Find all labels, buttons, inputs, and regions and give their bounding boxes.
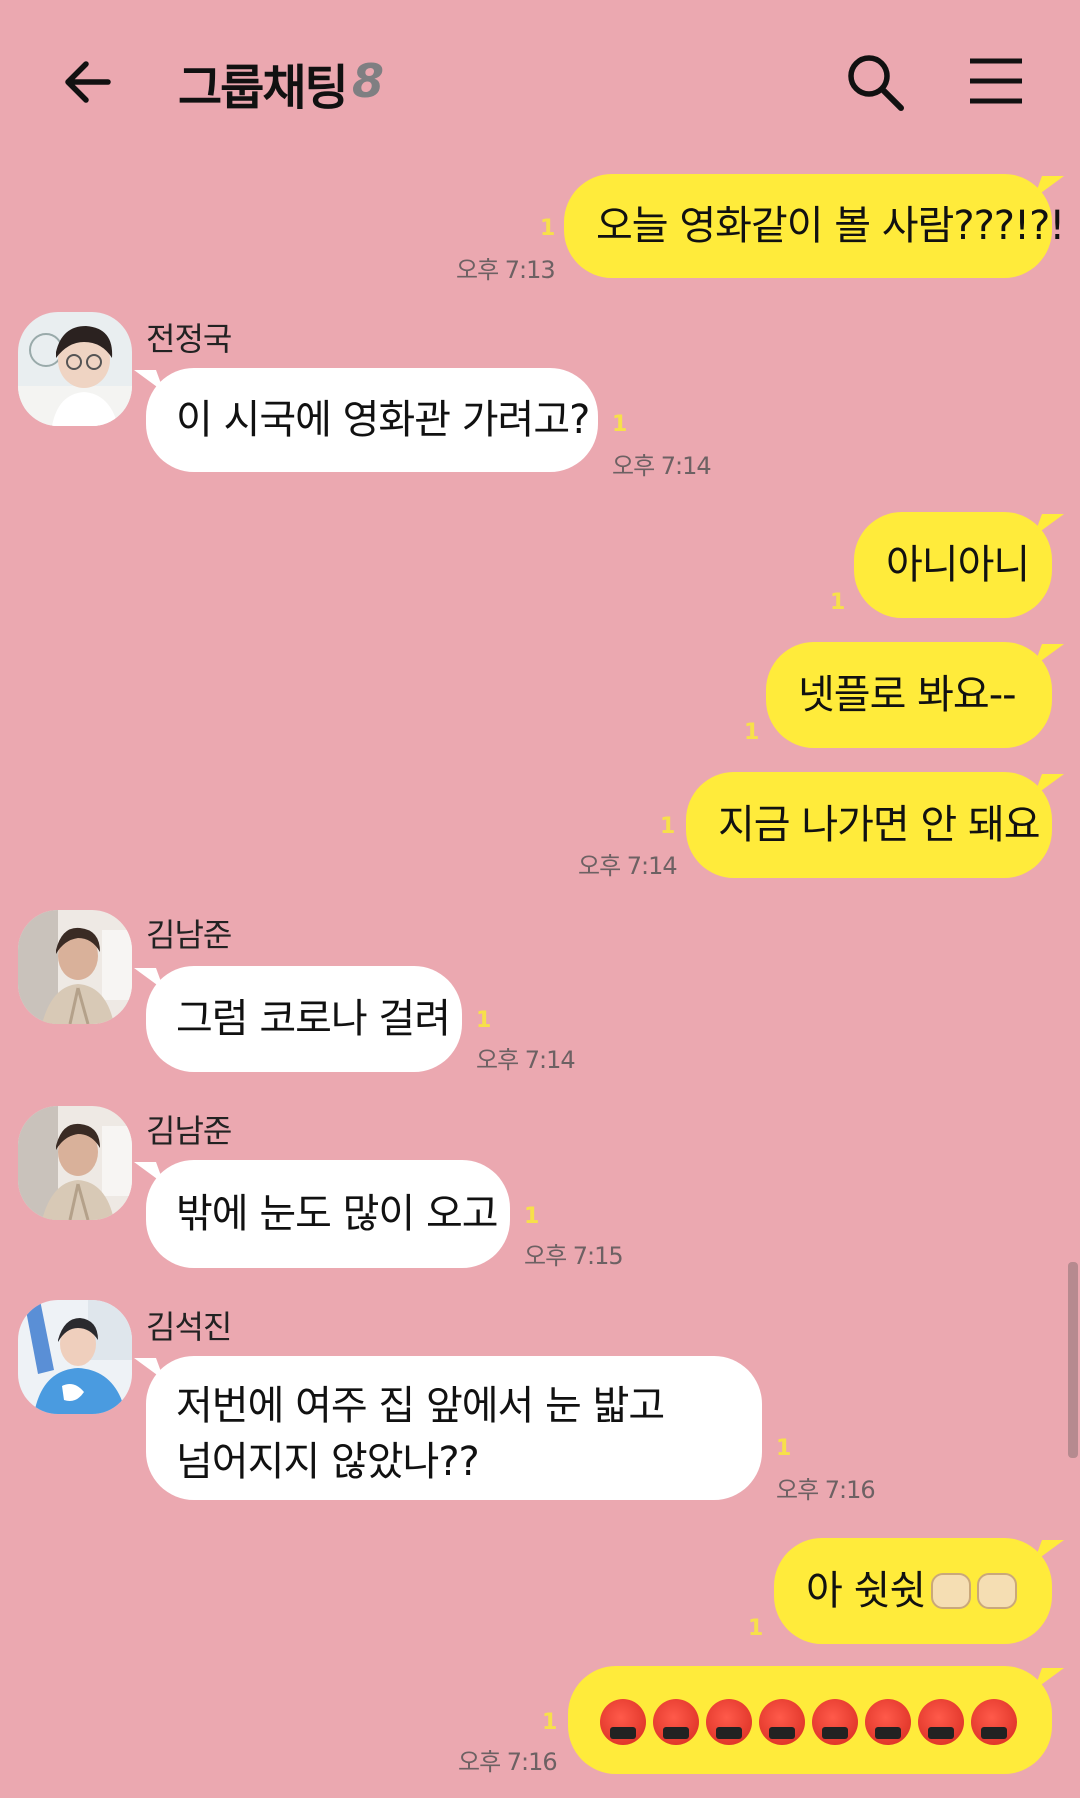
avatar-photo (18, 1106, 132, 1220)
emoji-row (600, 1693, 1024, 1747)
sender-name: 김남준 (146, 916, 232, 954)
avatar-photo (18, 1300, 132, 1414)
their-message-bubble[interactable]: 밖에 눈도 많이 오고 (146, 1160, 510, 1268)
angry-cursing-face-icon (971, 1699, 1017, 1745)
message-text: 넷플로 봐요-- (798, 672, 1017, 718)
my-message-bubble[interactable]: 지금 나가면 안 돼요 (686, 772, 1052, 878)
avatar-photo (18, 910, 132, 1024)
fist-icon (977, 1573, 1018, 1609)
message-time: 오후 7:15 (524, 1242, 624, 1270)
message-time: 오후 7:14 (612, 452, 712, 480)
message-text: 아니아니 (886, 542, 1030, 588)
unread-count: 1 (476, 1008, 492, 1033)
message-time: 오후 7:16 (776, 1476, 876, 1504)
unread-count: 1 (748, 1616, 764, 1641)
my-message-bubble[interactable]: 오늘 영화같이 볼 사람???!?! (564, 174, 1065, 278)
angry-cursing-face-icon (865, 1699, 911, 1745)
unread-count: 1 (612, 412, 628, 437)
message-time: 오후 7:14 (578, 852, 678, 880)
my-message-bubble[interactable]: 넷플로 봐요-- (766, 642, 1052, 748)
back-arrow-icon[interactable] (58, 52, 118, 112)
unread-count: 1 (744, 720, 760, 745)
message-text: 밖에 눈도 많이 오고 (176, 1191, 499, 1237)
their-message-bubble[interactable]: 그럼 코로나 걸려 (146, 966, 462, 1072)
member-count: 8 (352, 54, 385, 108)
message-text: 오늘 영화같이 볼 사람???!?! (596, 203, 1065, 249)
message-text: 아 쉿쉿 (806, 1568, 926, 1614)
their-message-bubble[interactable]: 저번에 여주 집 앞에서 눈 밟고 넘어지지 않았나?? (146, 1356, 762, 1500)
message-time: 오후 7:16 (458, 1748, 558, 1776)
unread-count: 1 (524, 1204, 540, 1229)
sender-name: 전정국 (146, 320, 232, 358)
avatar-kim-seokjin[interactable] (18, 1300, 132, 1414)
angry-cursing-face-icon (759, 1699, 805, 1745)
their-message-bubble[interactable]: 이 시국에 영화관 가려고? (146, 368, 598, 472)
message-text: 이 시국에 영화관 가려고? (176, 397, 590, 443)
message-time: 오후 7:13 (456, 256, 556, 284)
avatar-photo (18, 312, 132, 426)
angry-cursing-face-icon (600, 1699, 646, 1745)
avatar-kim-namjoon[interactable] (18, 1106, 132, 1220)
menu-icon[interactable] (968, 56, 1024, 106)
unread-count: 1 (660, 814, 676, 839)
message-time: 오후 7:14 (476, 1046, 576, 1074)
message-text: 저번에 여주 집 앞에서 눈 밟고 넘어지지 않았나?? (176, 1378, 665, 1490)
angry-cursing-face-icon (653, 1699, 699, 1745)
message-text-line: 넘어지지 않았나?? (176, 1439, 480, 1485)
chat-title: 그룹채팅 (178, 60, 349, 116)
avatar-jeon-jungkook[interactable] (18, 312, 132, 426)
message-text-line: 저번에 여주 집 앞에서 눈 밟고 (176, 1383, 665, 1429)
unread-count: 1 (542, 1710, 558, 1735)
unread-count: 1 (830, 590, 846, 615)
my-message-bubble[interactable]: 아 쉿쉿 (774, 1538, 1052, 1644)
message-text: 지금 나가면 안 돼요 (718, 802, 1041, 848)
avatar-kim-namjoon[interactable] (18, 910, 132, 1024)
chat-header: 그룹채팅 8 (0, 0, 1080, 160)
sender-name: 김석진 (146, 1308, 232, 1346)
unread-count: 1 (540, 216, 556, 241)
fist-icon (931, 1573, 972, 1609)
sender-name: 김남준 (146, 1112, 232, 1150)
unread-count: 1 (776, 1436, 792, 1461)
scrollbar[interactable] (1068, 1262, 1078, 1458)
angry-cursing-face-icon (918, 1699, 964, 1745)
angry-cursing-face-icon (706, 1699, 752, 1745)
angry-cursing-face-icon (812, 1699, 858, 1745)
message-text: 그럼 코로나 걸려 (176, 996, 451, 1042)
my-message-bubble[interactable]: 아니아니 (854, 512, 1052, 618)
my-message-bubble[interactable] (568, 1666, 1052, 1774)
search-icon[interactable] (843, 50, 907, 114)
